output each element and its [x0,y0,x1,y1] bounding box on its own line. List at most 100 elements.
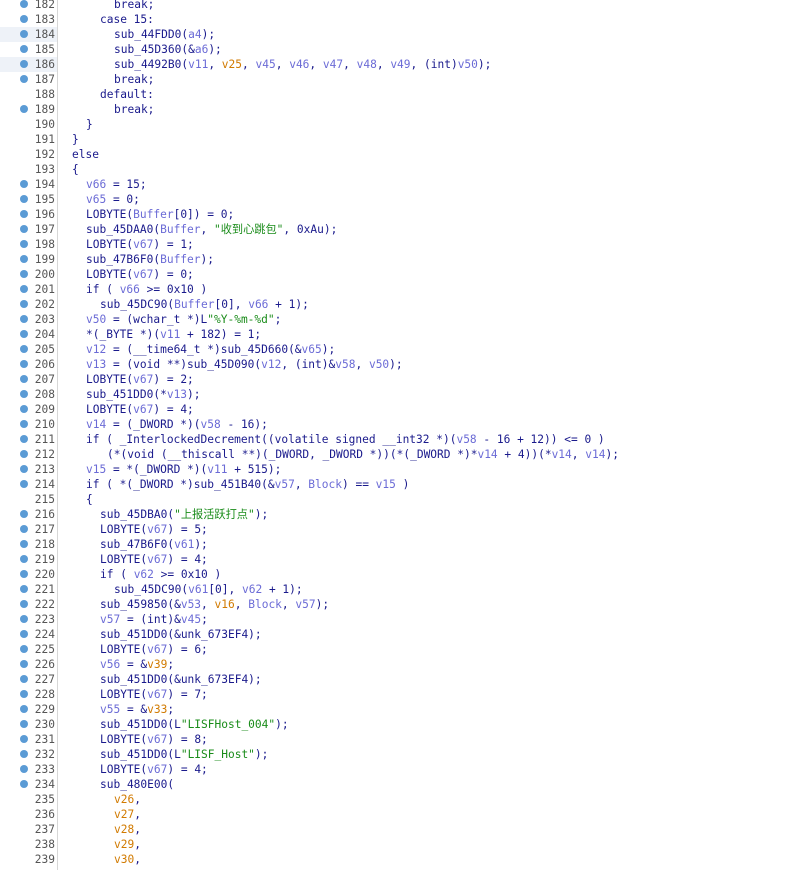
breakpoint-dot-icon[interactable] [20,420,28,428]
line-gutter-cell[interactable]: 214 [0,477,57,492]
line-gutter-cell[interactable]: 200 [0,267,57,282]
code-line[interactable]: 195 v65 = 0; [0,192,805,207]
code-line[interactable]: 192 else [0,147,805,162]
breakpoint-dot-icon[interactable] [20,600,28,608]
breakpoint-dot-icon[interactable] [20,450,28,458]
breakpoint-dot-icon[interactable] [20,690,28,698]
line-gutter-cell[interactable]: 212 [0,447,57,462]
breakpoint-dot-icon[interactable] [20,525,28,533]
variable-token[interactable]: v39 [147,658,167,671]
variable-token[interactable]: v67 [147,643,167,656]
code-line[interactable]: 225 LOBYTE(v67) = 6; [0,642,805,657]
breakpoint-dot-icon[interactable] [20,540,28,548]
code-line[interactable]: 222 sub_459850(&v53, v16, Block, v57); [0,597,805,612]
variable-token[interactable]: v45 [181,613,201,626]
code-line[interactable]: 196 LOBYTE(Buffer[0]) = 0; [0,207,805,222]
variable-token[interactable]: v11 [160,328,180,341]
line-gutter-cell[interactable]: 219 [0,552,57,567]
code-line[interactable]: 232 sub_451DD0(L"LISF_Host"); [0,747,805,762]
breakpoint-dot-icon[interactable] [20,0,28,8]
variable-token[interactable]: Block [248,598,282,611]
variable-token[interactable]: v25 [222,58,242,71]
code-line[interactable]: 231 LOBYTE(v67) = 8; [0,732,805,747]
line-gutter-cell[interactable]: 217 [0,522,57,537]
code-line[interactable]: 188 default: [0,87,805,102]
code-line[interactable]: 187 break; [0,72,805,87]
line-gutter-cell[interactable]: 238 [0,837,57,852]
variable-token[interactable]: v48 [357,58,377,71]
variable-token[interactable]: v27 [114,808,134,821]
line-gutter-cell[interactable]: 223 [0,612,57,627]
variable-token[interactable]: v50 [369,358,389,371]
line-gutter-cell[interactable]: 186 [0,57,57,72]
code-line[interactable]: 214 if ( *(_DWORD *)sub_451B40(&v57, Bloc… [0,477,805,492]
variable-token[interactable]: Block [308,478,342,491]
code-line[interactable]: 190} [0,117,805,132]
line-gutter-cell[interactable]: 187 [0,72,57,87]
line-gutter-cell[interactable]: 239 [0,852,57,867]
code-line[interactable]: 235 v26, [0,792,805,807]
breakpoint-dot-icon[interactable] [20,300,28,308]
variable-token[interactable]: v47 [323,58,343,71]
code-line[interactable]: 217 LOBYTE(v67) = 5; [0,522,805,537]
breakpoint-dot-icon[interactable] [20,330,28,338]
breakpoint-dot-icon[interactable] [20,720,28,728]
variable-token[interactable]: v67 [147,553,167,566]
variable-token[interactable]: v45 [256,58,276,71]
breakpoint-dot-icon[interactable] [20,660,28,668]
variable-token[interactable]: v11 [188,58,208,71]
variable-token[interactable]: v12 [261,358,281,371]
code-line[interactable]: 234 sub_480E00( [0,777,805,792]
line-gutter-cell[interactable]: 205 [0,342,57,357]
variable-token[interactable]: v28 [114,823,134,836]
breakpoint-dot-icon[interactable] [20,210,28,218]
breakpoint-dot-icon[interactable] [20,555,28,563]
line-gutter-cell[interactable]: 207 [0,372,57,387]
breakpoint-dot-icon[interactable] [20,195,28,203]
variable-token[interactable]: a6 [195,43,208,56]
variable-token[interactable]: v49 [390,58,410,71]
variable-token[interactable]: v14 [477,448,497,461]
variable-token[interactable]: v58 [201,418,221,431]
line-gutter-cell[interactable]: 221 [0,582,57,597]
code-line[interactable]: 197 sub_45DAA0(Buffer, "收到心跳包", 0xAu); [0,222,805,237]
code-line[interactable]: 198 LOBYTE(v67) = 1; [0,237,805,252]
breakpoint-dot-icon[interactable] [20,225,28,233]
line-gutter-cell[interactable]: 234 [0,777,57,792]
code-line[interactable]: 219 LOBYTE(v67) = 4; [0,552,805,567]
line-gutter-cell[interactable]: 203 [0,312,57,327]
variable-token[interactable]: v26 [114,793,134,806]
code-line[interactable]: 202 sub_45DC90(Buffer[0], v66 + 1); [0,297,805,312]
variable-token[interactable]: Buffer [174,298,214,311]
code-line[interactable]: 226 v56 = &v39; [0,657,805,672]
variable-token[interactable]: v14 [86,418,106,431]
line-gutter-cell[interactable]: 190 [0,117,57,132]
code-line[interactable]: 212 (*(void (__thiscall **)(_DWORD, _DWOR… [0,447,805,462]
line-gutter-cell[interactable]: 204 [0,327,57,342]
code-line[interactable]: 223 v57 = (int)&v45; [0,612,805,627]
breakpoint-dot-icon[interactable] [20,570,28,578]
code-line[interactable]: 206 v13 = (void **)sub_45D090(v12, (int)&… [0,357,805,372]
line-gutter-cell[interactable]: 191 [0,132,57,147]
breakpoint-dot-icon[interactable] [20,390,28,398]
code-line[interactable]: 233 LOBYTE(v67) = 4; [0,762,805,777]
breakpoint-dot-icon[interactable] [20,405,28,413]
code-line[interactable]: 216 sub_45DBA0("上报活跃打点"); [0,507,805,522]
code-line[interactable]: 239 v30, [0,852,805,867]
code-line[interactable]: 182 break; [0,0,805,12]
breakpoint-dot-icon[interactable] [20,750,28,758]
line-gutter-cell[interactable]: 225 [0,642,57,657]
variable-token[interactable]: v55 [100,703,120,716]
line-gutter-cell[interactable]: 198 [0,237,57,252]
breakpoint-dot-icon[interactable] [20,285,28,293]
variable-token[interactable]: v67 [147,763,167,776]
code-line[interactable]: 209 LOBYTE(v67) = 4; [0,402,805,417]
variable-token[interactable]: Buffer [160,223,200,236]
line-gutter-cell[interactable]: 188 [0,87,57,102]
variable-token[interactable]: v50 [458,58,478,71]
code-line[interactable]: 204 *(_BYTE *)(v11 + 182) = 1; [0,327,805,342]
code-line[interactable]: 213 v15 = *(_DWORD *)(v11 + 515); [0,462,805,477]
code-line[interactable]: 228 LOBYTE(v67) = 7; [0,687,805,702]
variable-token[interactable]: v67 [147,733,167,746]
code-line[interactable]: 201 if ( v66 >= 0x10 ) [0,282,805,297]
